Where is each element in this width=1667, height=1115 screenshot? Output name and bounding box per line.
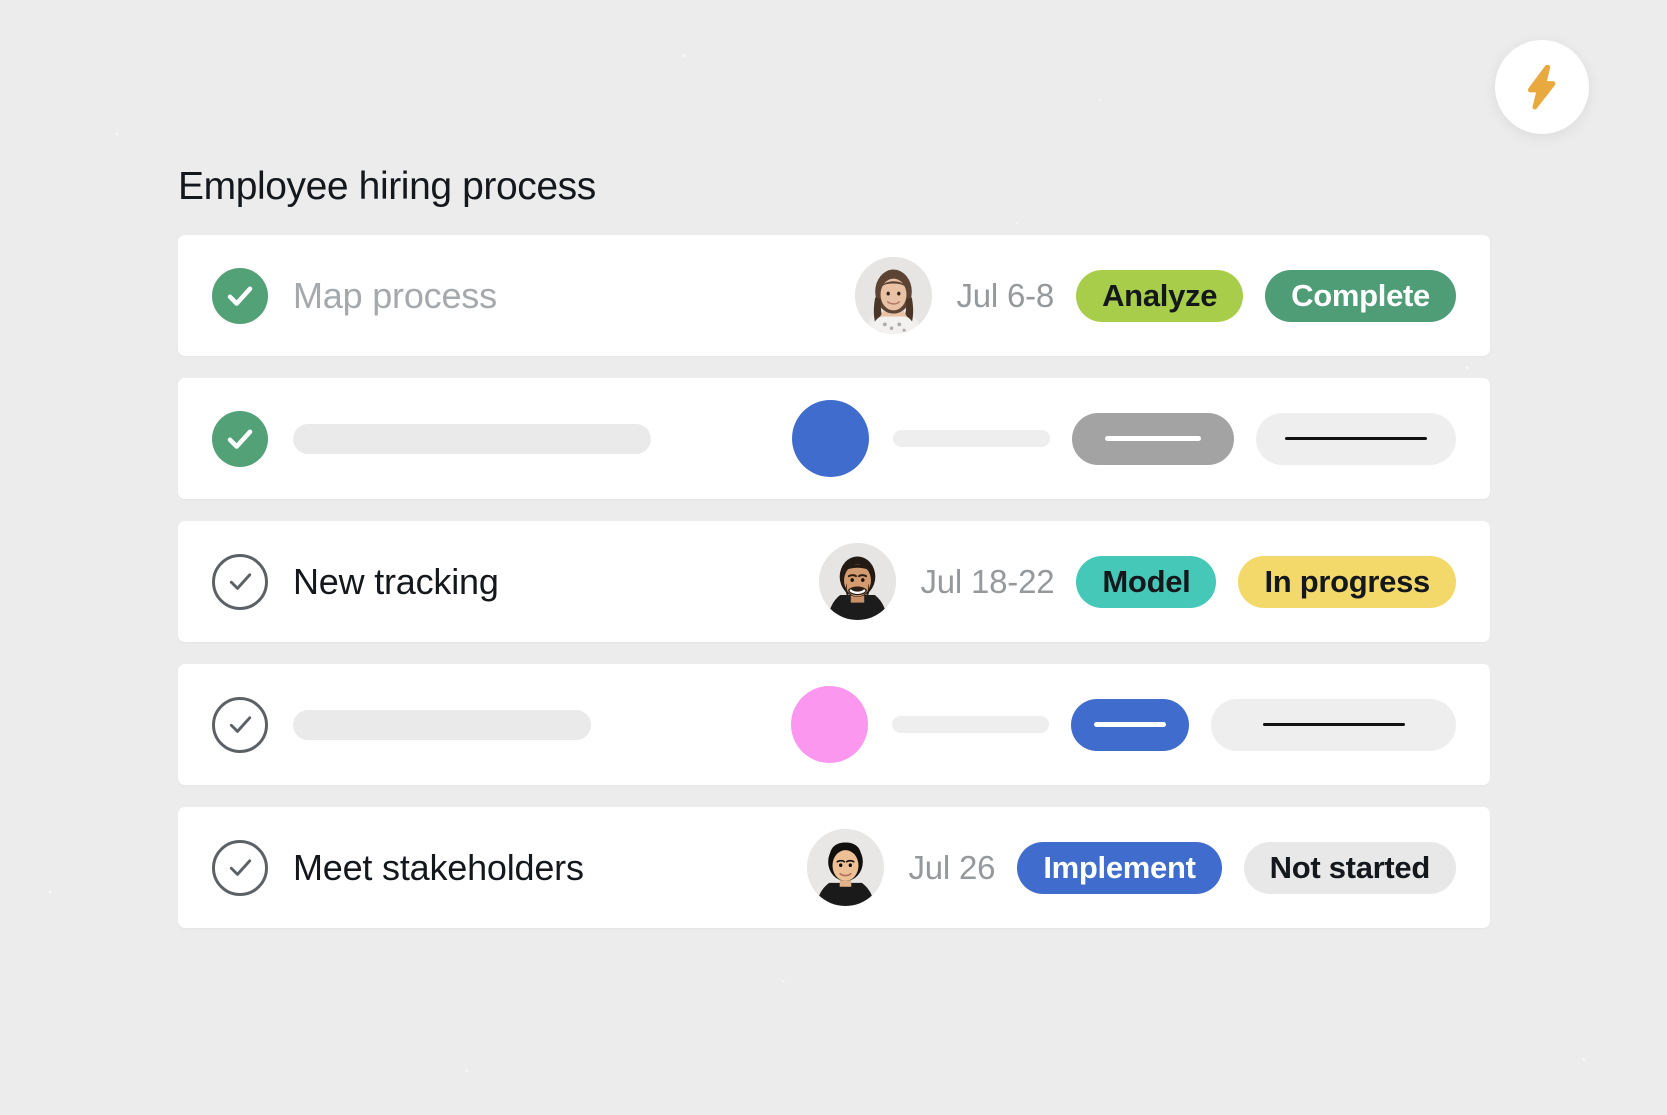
badge-placeholder-blue[interactable] — [1071, 698, 1189, 751]
task-title-new-tracking: New tracking — [293, 560, 499, 602]
task-date-placeholder — [892, 716, 1049, 733]
badge-in-progress[interactable]: In progress — [1238, 555, 1456, 608]
badge-placeholder-light[interactable] — [1211, 698, 1456, 751]
check-icon — [224, 280, 256, 312]
badge-not-started[interactable]: Not started — [1243, 841, 1456, 894]
badge-placeholder-light[interactable] — [1256, 412, 1456, 465]
task-row-placeholder-2[interactable] — [178, 664, 1490, 785]
task-title-map-process: Map process — [293, 274, 497, 316]
task-title-placeholder — [293, 423, 651, 454]
badge-complete[interactable]: Complete — [1265, 269, 1456, 322]
check-icon — [224, 852, 256, 884]
task-row-map-process[interactable]: Map process Jul 6-8 Analyze Complete — [178, 235, 1490, 356]
task-date-meet-stakeholders: Jul 26 — [908, 848, 996, 886]
avatar-placeholder-blue[interactable] — [792, 400, 869, 477]
avatar-placeholder-pink[interactable] — [791, 686, 868, 763]
task-title-meet-stakeholders: Meet stakeholders — [293, 846, 584, 888]
task-date-map-process: Jul 6-8 — [956, 276, 1055, 314]
task-date-placeholder — [893, 430, 1050, 447]
avatar-woman-brown-hair[interactable] — [855, 257, 933, 334]
badge-model[interactable]: Model — [1076, 555, 1217, 608]
page-title: Employee hiring process — [178, 165, 596, 208]
badge-placeholder-bar — [1262, 723, 1405, 726]
checkbox-placeholder-1[interactable] — [212, 410, 268, 467]
checkbox-map-process[interactable] — [212, 267, 268, 324]
checkbox-placeholder-2[interactable] — [212, 696, 268, 753]
badge-implement[interactable]: Implement — [1017, 841, 1222, 894]
lightning-bolt-button[interactable] — [1495, 40, 1589, 134]
badge-placeholder-bar — [1105, 436, 1201, 441]
check-icon — [224, 709, 256, 741]
badge-placeholder-bar — [1094, 722, 1166, 727]
task-title-placeholder — [293, 709, 591, 740]
task-row-placeholder-1[interactable] — [178, 378, 1490, 499]
task-date-new-tracking: Jul 18-22 — [920, 562, 1055, 600]
checkbox-new-tracking[interactable] — [212, 553, 268, 610]
checkbox-meet-stakeholders[interactable] — [212, 839, 268, 896]
bolt-icon — [1522, 64, 1562, 110]
check-icon — [224, 566, 256, 598]
avatar-woman-black-hair[interactable] — [807, 829, 885, 906]
badge-placeholder-dark[interactable] — [1072, 412, 1234, 465]
task-row-meet-stakeholders[interactable]: Meet stakeholders Jul 26 Implement Not s… — [178, 807, 1490, 928]
badge-analyze[interactable]: Analyze — [1076, 269, 1244, 322]
check-icon — [224, 423, 256, 455]
badge-placeholder-bar — [1285, 437, 1427, 440]
board-container: Employee hiring process Map process Jul … — [178, 165, 1490, 950]
avatar-man-dark-hair[interactable] — [819, 543, 897, 620]
task-row-new-tracking[interactable]: New tracking Jul 18-22 Model In progress — [178, 521, 1490, 642]
